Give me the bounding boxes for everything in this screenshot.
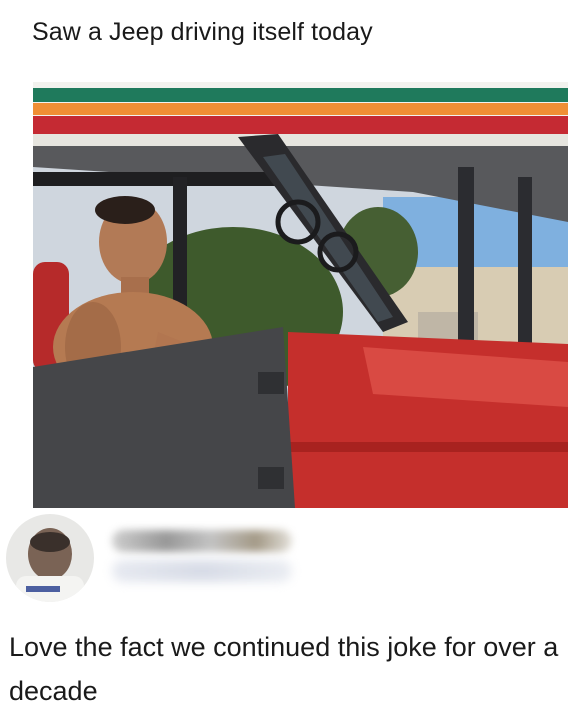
avatar-image (6, 514, 94, 602)
commenter-meta-redacted (112, 560, 292, 582)
commenter-avatar[interactable] (6, 514, 94, 602)
post-caption: Saw a Jeep driving itself today (32, 18, 373, 46)
comment-header (0, 508, 571, 608)
comment-text: Love the fact we continued this joke for… (9, 632, 559, 706)
jeep-photo (33, 82, 568, 508)
jeep-photo-illustration (33, 82, 568, 508)
commenter-name-redacted (112, 530, 292, 552)
